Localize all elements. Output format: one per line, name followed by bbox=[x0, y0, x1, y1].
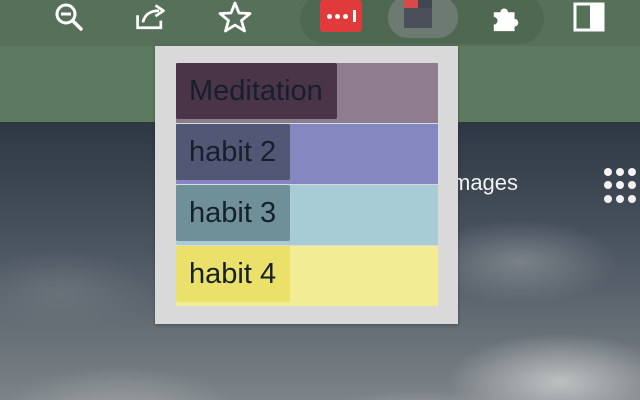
habit-tracker-extension[interactable] bbox=[388, 0, 458, 38]
side-panel-button[interactable] bbox=[572, 0, 606, 34]
zoom-out-button[interactable] bbox=[52, 0, 86, 34]
bookmark-star-button[interactable] bbox=[218, 0, 252, 34]
browser-toolbar bbox=[0, 0, 640, 46]
images-link[interactable]: mages bbox=[452, 170, 518, 196]
password-manager-extension[interactable] bbox=[320, 0, 362, 32]
habit-label[interactable]: habit 2 bbox=[176, 124, 291, 180]
habit-label[interactable]: habit 4 bbox=[176, 246, 291, 302]
habit-label[interactable]: habit 3 bbox=[176, 185, 291, 241]
habit-row[interactable]: Meditation bbox=[176, 63, 438, 123]
extensions-puzzle-icon bbox=[493, 8, 519, 32]
sidebar-icon bbox=[573, 2, 605, 32]
habit-tracker-popup: Meditation habit 2 habit 3 habit 4 bbox=[155, 46, 458, 324]
habit-row[interactable]: habit 3 bbox=[176, 185, 438, 245]
share-icon bbox=[136, 4, 165, 30]
habit-row[interactable]: habit 4 bbox=[176, 246, 438, 306]
share-button[interactable] bbox=[134, 0, 168, 34]
apps-grid-icon[interactable] bbox=[604, 168, 640, 204]
habit-row[interactable]: habit 2 bbox=[176, 124, 438, 184]
extensions-button[interactable] bbox=[490, 0, 524, 34]
star-icon bbox=[218, 1, 252, 33]
password-manager-icon bbox=[326, 10, 356, 22]
zoom-out-icon bbox=[55, 3, 83, 31]
habit-label[interactable]: Meditation bbox=[176, 63, 337, 119]
